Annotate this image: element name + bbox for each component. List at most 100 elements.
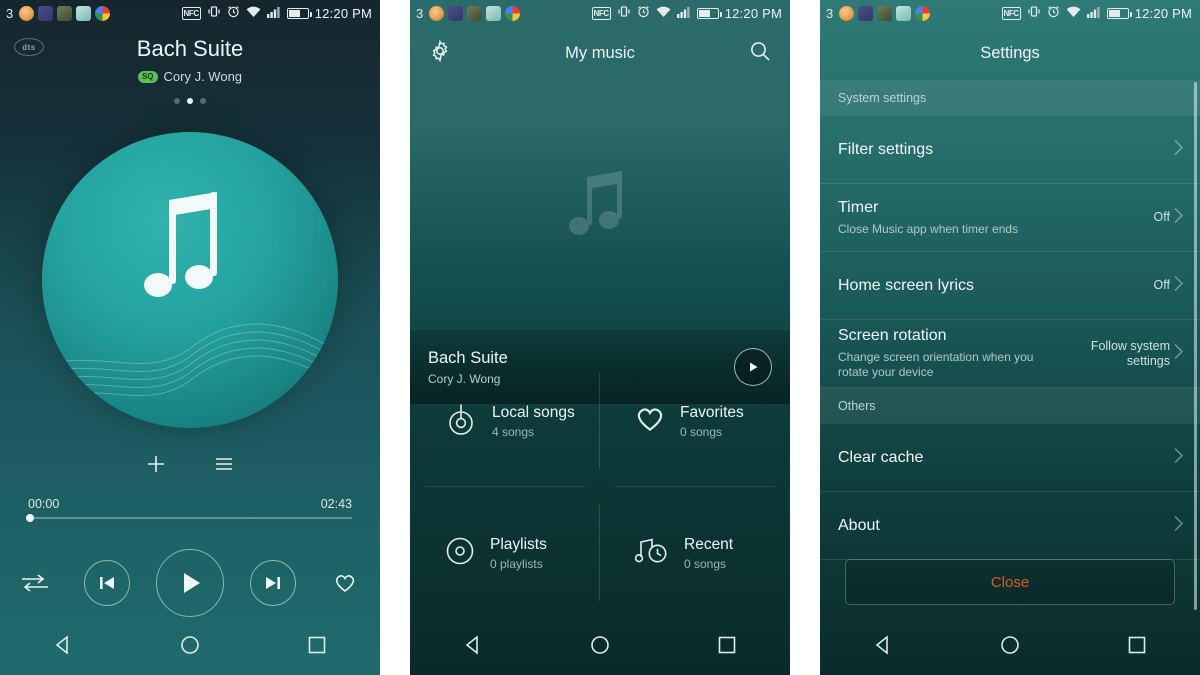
back-triangle-icon[interactable] [872,634,894,661]
recents-square-icon[interactable] [306,634,328,661]
skip-next-icon[interactable] [250,560,296,606]
my-music-grid: Local songs 4 songs Favorites 0 songs Pl… [410,355,790,619]
plus-icon[interactable] [144,452,168,481]
chevron-right-icon [1171,204,1187,231]
battery-icon [286,7,312,19]
settings-row-clear-cache[interactable]: Clear cache [820,424,1200,492]
recents-square-icon[interactable] [1126,634,1148,661]
transport-controls [0,549,380,617]
row-title: Clear cache [838,448,924,466]
row-subtitle: Close Music app when timer ends [838,221,1019,236]
music-note-icon [565,163,635,248]
settings-scrollbar[interactable] [1194,82,1197,610]
album-art-graphic [42,192,338,398]
battery-icon [696,7,722,19]
row-left: Home screen lyrics [838,277,1154,295]
grid-cell-label: Playlists [490,535,547,553]
status-bar-right: NFC 12:20 PM [181,5,373,21]
close-button[interactable]: Close [845,559,1175,605]
heart-icon[interactable] [322,560,368,606]
chevron-right-icon [1171,136,1187,163]
my-music-hero [410,80,790,330]
seek-knob[interactable] [26,514,34,522]
chevron-right-icon [1171,444,1187,471]
gear-icon[interactable] [428,39,452,68]
settings-row-screen-rotation[interactable]: Screen rotation Change screen orientatio… [820,320,1200,388]
close-button-container: Close [820,545,1200,619]
vibrate-icon [207,5,221,21]
back-triangle-icon[interactable] [462,634,484,661]
home-circle-icon[interactable] [999,634,1021,661]
row-title: Filter settings [838,140,934,158]
grid-cell-recent[interactable]: Recent 0 songs [600,487,790,619]
album-art[interactable] [42,132,338,428]
grid-cell-sub: 0 songs [684,556,727,571]
purple-app-icon [38,5,54,21]
settings-row-home-screen-lyrics[interactable]: Home screen lyrics Off [820,252,1200,320]
play-icon[interactable] [156,549,224,617]
page-dot-2[interactable] [187,98,193,104]
grid-cell-favorites[interactable]: Favorites 0 songs [600,355,790,487]
chevron-right-icon [1171,272,1187,299]
android-nav-bar [0,619,380,675]
home-circle-icon[interactable] [589,634,611,661]
recents-square-icon[interactable] [716,634,738,661]
quality-badge: SQ [137,70,158,83]
purple-app-icon [858,5,874,21]
nfc-icon: NFC [181,6,201,20]
grid-cell-label: Recent [684,535,734,553]
home-circle-icon[interactable] [179,634,201,661]
signal-icon [676,6,691,21]
emoji-app-icon [839,5,855,21]
row-left: About [838,517,1170,535]
search-icon[interactable] [748,39,772,68]
page-dot-3[interactable] [200,98,206,104]
grid-cell-text: Local songs 4 songs [492,404,575,439]
wifi-icon [246,6,261,21]
dts-badge: dts [14,38,44,56]
settings-title: Settings [980,43,1040,62]
section-header-system-settings: System settings [820,80,1200,116]
page-indicator[interactable] [0,98,380,104]
total-time: 02:43 [320,497,352,511]
status-bar-right: NFC 12:20 PM [1001,5,1193,21]
gallery-app-icon [486,5,502,21]
grid-cell-text: Favorites 0 songs [680,404,744,439]
grid-cell-local-songs[interactable]: Local songs 4 songs [410,355,600,487]
grid-cell-playlists[interactable]: Playlists 0 playlists [410,487,600,619]
repeat-icon[interactable] [12,560,58,606]
phone-screen-my-music: 3 NFC 12:20 PM My music Bach Suite Cory … [410,0,790,675]
nfc-icon: NFC [1001,6,1021,20]
now-playing-header: dts Bach Suite SQ Cory J. Wong [0,26,380,114]
my-music-header: My music [410,26,790,80]
grid-cell-sub: 0 songs [680,424,723,439]
grid-cell-label: Favorites [680,403,744,421]
settings-row-timer[interactable]: Timer Close Music app when timer ends Of… [820,184,1200,252]
status-bar-left: 3 [416,5,521,21]
skip-previous-icon[interactable] [84,560,130,606]
list-icon[interactable] [212,452,236,481]
section-header-others: Others [820,388,1200,424]
seek-bar[interactable] [26,514,352,522]
grid-cell-sub: 4 songs [492,424,535,439]
elapsed-time: 00:00 [28,497,60,511]
notification-count: 3 [6,5,14,21]
disc-icon [444,535,476,572]
track-title: Bach Suite [136,36,244,61]
alarm-icon [637,5,650,21]
seek-bar-container[interactable]: 00:00 02:43 [26,497,352,522]
row-title: Screen rotation [838,327,947,344]
nfc-icon: NFC [591,6,611,20]
settings-row-filter-settings[interactable]: Filter settings [820,116,1200,184]
alarm-icon [227,5,240,21]
row-value: Off [1153,278,1170,292]
olive-app-icon [467,5,483,21]
wifi-icon [656,6,671,21]
olive-app-icon [877,5,893,21]
row-left: Screen rotation Change screen orientatio… [838,327,1060,380]
row-left: Filter settings [838,141,1170,159]
back-triangle-icon[interactable] [52,634,74,661]
row-title: About [838,516,880,534]
status-bar: 3 NFC 12:20 PM [820,0,1200,26]
page-dot-1[interactable] [174,98,180,104]
